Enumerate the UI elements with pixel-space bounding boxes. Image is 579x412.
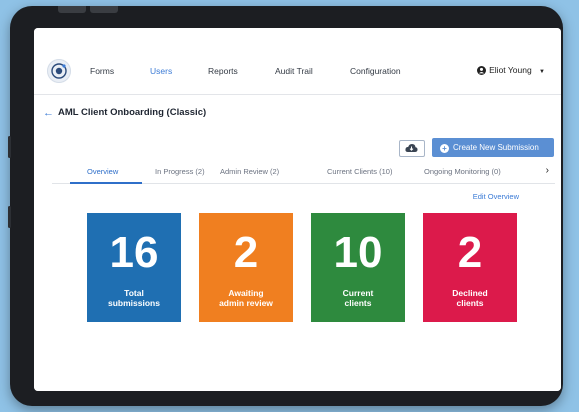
download-button[interactable] — [399, 140, 425, 157]
stat-label: Total submissions — [108, 288, 160, 308]
tablet-button — [90, 6, 118, 13]
create-new-submission-button[interactable]: + Create New Submission — [432, 138, 554, 157]
tab-ongoing-monitoring[interactable]: Ongoing Monitoring (0) — [424, 167, 501, 176]
nav-item-audit-trail[interactable]: Audit Trail — [275, 66, 313, 76]
plus-icon: + — [440, 144, 449, 153]
nav-item-forms[interactable]: Forms — [90, 66, 114, 76]
stat-card-awaiting-admin-review[interactable]: 2 Awaiting admin review — [199, 213, 293, 322]
active-tab-indicator — [70, 182, 142, 184]
top-navigation: Forms Users Reports Audit Trail Configur… — [34, 28, 561, 95]
chevron-down-icon: ▼ — [539, 69, 545, 75]
cloud-download-icon — [405, 144, 418, 152]
stat-card-current-clients[interactable]: 10 Current clients — [311, 213, 405, 322]
stat-label: Declined clients — [452, 288, 488, 308]
tablet-frame: Forms Users Reports Audit Trail Configur… — [8, 6, 563, 406]
stat-card-declined-clients[interactable]: 2 Declined clients — [423, 213, 517, 322]
tab-admin-review[interactable]: Admin Review (2) — [220, 167, 279, 176]
stat-label: Current clients — [342, 288, 374, 308]
tablet-button — [58, 6, 86, 13]
chevron-right-icon[interactable]: › — [546, 165, 549, 176]
nav-item-reports[interactable]: Reports — [208, 66, 238, 76]
main-content: ← AML Client Onboarding (Classic) + Creat… — [34, 95, 561, 391]
back-arrow-icon[interactable]: ← — [43, 107, 54, 119]
side-button — [8, 136, 11, 158]
create-button-label: Create New Submission — [453, 143, 539, 152]
stat-card-total-submissions[interactable]: 16 Total submissions — [87, 213, 181, 322]
stat-label: Awaiting admin review — [219, 288, 273, 308]
tab-bar: Overview In Progress (2) Admin Review (2… — [52, 163, 555, 184]
logo-icon[interactable] — [47, 59, 71, 83]
user-name: Eliot Young — [489, 65, 532, 75]
stat-value: 2 — [457, 228, 483, 277]
tab-current-clients[interactable]: Current Clients (10) — [327, 167, 392, 176]
nav-item-users[interactable]: Users — [150, 66, 172, 76]
user-menu[interactable]: Eliot Young ▼ — [477, 65, 545, 75]
edit-overview-link[interactable]: Edit Overview — [473, 192, 519, 201]
side-button — [8, 206, 11, 228]
nav-item-configuration[interactable]: Configuration — [350, 66, 401, 76]
stat-value: 16 — [109, 228, 159, 277]
app-screen: Forms Users Reports Audit Trail Configur… — [34, 28, 561, 391]
user-icon — [477, 66, 487, 75]
tab-in-progress[interactable]: In Progress (2) — [155, 167, 205, 176]
stat-value: 10 — [333, 228, 383, 277]
tab-overview[interactable]: Overview — [87, 167, 118, 176]
stat-value: 2 — [233, 228, 259, 277]
page-title: AML Client Onboarding (Classic) — [58, 107, 207, 118]
